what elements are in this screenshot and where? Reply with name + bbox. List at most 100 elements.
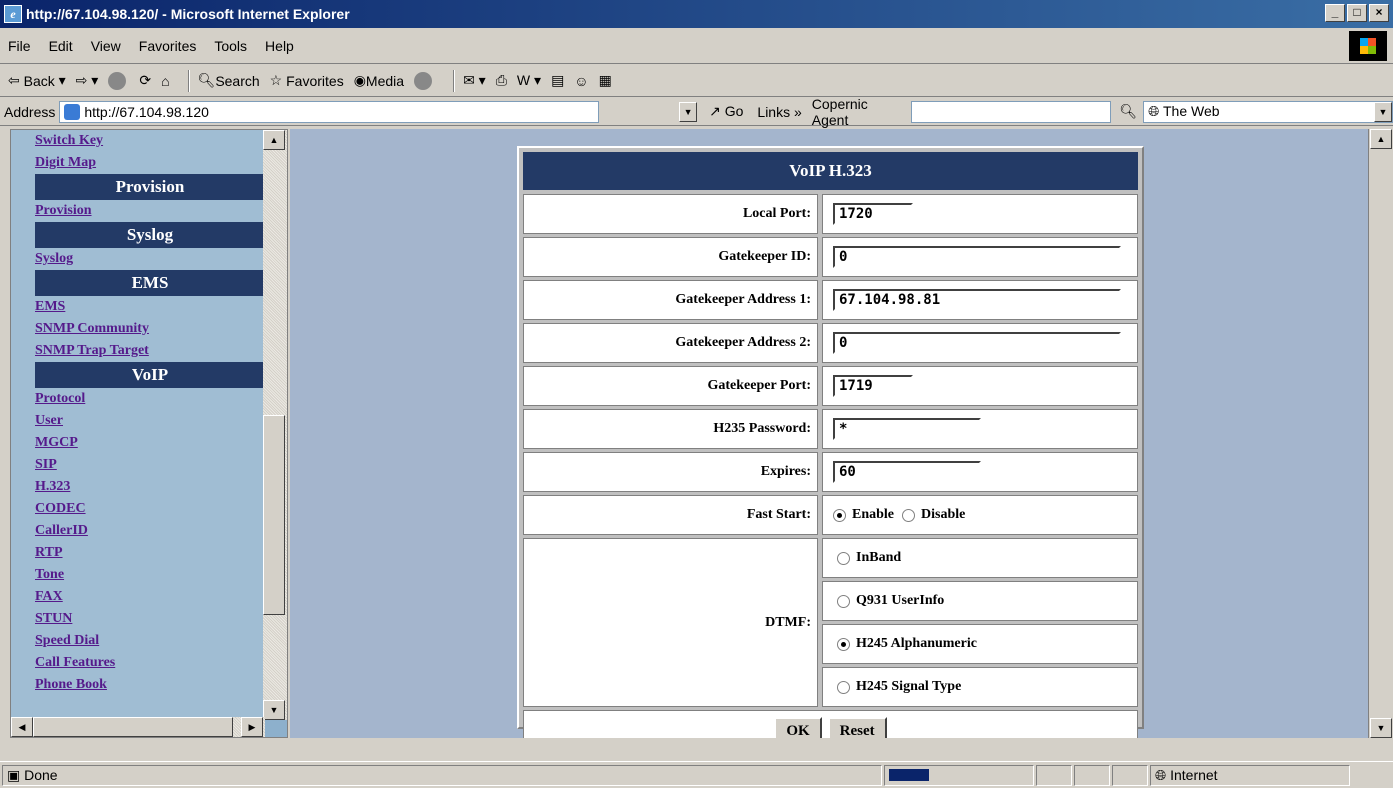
scroll-right-button[interactable]: ▶	[241, 717, 263, 737]
sidebar-link-ems[interactable]: EMS	[11, 296, 265, 318]
sidebar-link-syslog[interactable]: Syslog	[11, 248, 265, 270]
h235-password-input[interactable]: *	[833, 418, 981, 440]
copernic-label: Copernic Agent	[811, 95, 868, 128]
sidebar-link-stun[interactable]: STUN	[11, 608, 265, 630]
sidebar-heading-syslog: Syslog	[35, 222, 265, 248]
sidebar-frame: Switch Key Digit Map Provision Provision…	[10, 129, 288, 738]
stop-button[interactable]	[108, 71, 129, 90]
sidebar-link-protocol[interactable]: Protocol	[11, 388, 265, 410]
forward-button[interactable]: ⇨ ▾	[76, 72, 99, 89]
gatekeeper-port-input[interactable]: 1719	[833, 375, 913, 397]
frame-bottom-gap	[0, 738, 1393, 761]
home-button[interactable]: ⌂	[161, 73, 169, 89]
sidebar-link-snmp-trap-target[interactable]: SNMP Trap Target	[11, 340, 265, 362]
scroll-down-button[interactable]: ▼	[263, 700, 285, 720]
local-port-input[interactable]: 1720	[833, 203, 913, 225]
main-scroll-down-button[interactable]: ▼	[1370, 718, 1392, 738]
sidebar-link-switch-key[interactable]: Switch Key	[11, 130, 265, 152]
menu-edit[interactable]: Edit	[49, 38, 73, 54]
forward-arrow-icon: ⇨ ▾	[75, 72, 99, 88]
sidebar-link-mgcp[interactable]: MGCP	[11, 432, 265, 454]
windows-logo-icon	[1349, 31, 1387, 61]
dtmf-row: DTMF: InBand Q931 UserInfo H245 Alphanum…	[523, 538, 1138, 707]
gatekeeper-address-1-row: Gatekeeper Address 1: 67.104.98.81	[523, 280, 1138, 320]
messenger-button[interactable]: ☺	[574, 73, 588, 89]
history-button[interactable]	[414, 71, 435, 90]
gatekeeper-id-row: Gatekeeper ID: 0	[523, 237, 1138, 277]
dtmf-q931-radio[interactable]	[837, 594, 850, 608]
dtmf-inband-radio[interactable]	[837, 551, 850, 565]
expires-input[interactable]: 60	[833, 461, 981, 483]
go-button[interactable]: ↗ Go	[709, 103, 743, 120]
sidebar-link-callerid[interactable]: CallerID	[11, 520, 265, 542]
mail-button[interactable]: ✉ ▾	[463, 72, 486, 89]
fast-start-disable-label: Disable	[921, 507, 966, 522]
dtmf-h245-signal-radio[interactable]	[837, 680, 850, 694]
sidebar-link-speed-dial[interactable]: Speed Dial	[11, 630, 265, 652]
hscroll-thumb[interactable]	[33, 717, 233, 737]
back-button[interactable]: ⇦ Back ▾	[8, 72, 66, 89]
history-icon	[414, 71, 433, 90]
sidebar-link-digit-map[interactable]: Digit Map	[11, 152, 265, 174]
gatekeeper-id-input[interactable]: 0	[833, 246, 1121, 268]
minimize-button[interactable]: _	[1325, 4, 1345, 22]
copernic-search-icon[interactable]: 🔍︎	[1119, 103, 1137, 120]
research-button[interactable]: ▦	[599, 72, 612, 89]
gatekeeper-address-1-input[interactable]: 67.104.98.81	[833, 289, 1121, 311]
menu-tools[interactable]: Tools	[214, 38, 247, 54]
gatekeeper-address-2-input[interactable]: 0	[833, 332, 1121, 354]
web-select[interactable]: 🌐︎ The Web ▼	[1143, 100, 1393, 123]
fast-start-enable-radio[interactable]	[833, 508, 846, 522]
links-button[interactable]: Links »	[757, 104, 801, 120]
sidebar-link-provision[interactable]: Provision	[11, 200, 265, 222]
dtmf-label: DTMF:	[523, 538, 818, 707]
sidebar-horizontal-scrollbar[interactable]: ◀ ▶	[11, 717, 265, 737]
address-url: http://67.104.98.120	[84, 103, 209, 120]
media-button[interactable]: ◉ Media	[354, 72, 404, 89]
copernic-search-input[interactable]	[911, 100, 1112, 123]
sidebar-link-codec[interactable]: CODEC	[11, 498, 265, 520]
main-scroll-up-button[interactable]: ▲	[1370, 129, 1392, 149]
main-vertical-scrollbar[interactable]: ▲ ▼	[1368, 129, 1393, 738]
favorites-button[interactable]: ☆ Favorites	[270, 72, 344, 89]
expires-label: Expires:	[523, 452, 818, 492]
close-button[interactable]: ×	[1369, 4, 1389, 22]
sidebar-link-sip[interactable]: SIP	[11, 454, 265, 476]
status-cell-empty-2	[1074, 764, 1110, 786]
search-button[interactable]: 🔍︎ Search	[198, 72, 260, 89]
sidebar-link-rtp[interactable]: RTP	[11, 542, 265, 564]
local-port-row: Local Port: 1720	[523, 194, 1138, 234]
scroll-thumb[interactable]	[263, 415, 285, 615]
menu-view[interactable]: View	[91, 38, 121, 54]
address-dropdown-button[interactable]: ▼	[679, 101, 698, 122]
discuss-icon: ▤	[551, 72, 565, 88]
discuss-button[interactable]: ▤	[551, 72, 564, 89]
sidebar-link-call-features[interactable]: Call Features	[11, 652, 265, 674]
scroll-left-button[interactable]: ◀	[11, 717, 33, 737]
dtmf-h245-alphanumeric-radio[interactable]	[837, 637, 850, 651]
sidebar-link-fax[interactable]: FAX	[11, 586, 265, 608]
print-button[interactable]: ⎙	[496, 72, 507, 89]
scroll-up-button[interactable]: ▲	[263, 130, 285, 150]
maximize-button[interactable]: □	[1347, 4, 1367, 22]
sidebar-link-snmp-community[interactable]: SNMP Community	[11, 318, 265, 340]
home-icon: ⌂	[161, 72, 170, 89]
sidebar-link-tone[interactable]: Tone	[11, 564, 265, 586]
refresh-button[interactable]: ⟳	[139, 72, 151, 89]
zone-cell: 🌐︎ Internet	[1150, 764, 1350, 786]
fast-start-disable-radio[interactable]	[902, 508, 916, 522]
sidebar-heading-ems: EMS	[35, 270, 265, 296]
progress-bar	[889, 769, 929, 781]
menu-favorites[interactable]: Favorites	[139, 38, 197, 54]
menu-help[interactable]: Help	[265, 38, 294, 54]
sidebar-link-h323[interactable]: H.323	[11, 476, 265, 498]
address-input[interactable]: http://67.104.98.120	[59, 100, 600, 123]
edit-button[interactable]: W ▾	[517, 72, 541, 89]
sidebar-link-phone-book[interactable]: Phone Book	[11, 674, 265, 696]
fast-start-label: Fast Start:	[523, 495, 818, 535]
web-select-dropdown[interactable]: ▼	[1374, 101, 1393, 122]
globe-icon: 🌐︎	[1148, 103, 1160, 119]
sidebar-link-user[interactable]: User	[11, 410, 265, 432]
menu-file[interactable]: File	[8, 38, 31, 54]
sidebar-vertical-scrollbar[interactable]: ▲ ▼	[263, 130, 287, 720]
